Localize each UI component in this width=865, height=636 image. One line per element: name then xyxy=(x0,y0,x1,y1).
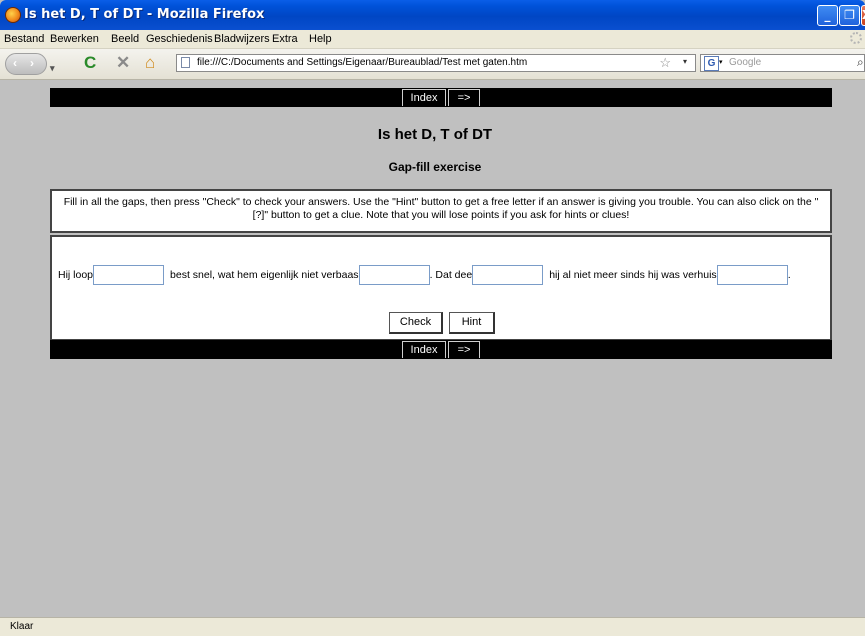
sentence-part-1: Hij loop xyxy=(58,269,94,281)
bottom-nav-bar: Index => xyxy=(50,340,832,359)
url-text[interactable]: file:///C:/Documents and Settings/Eigena… xyxy=(197,57,527,68)
navigation-toolbar: ‹ › ▾ C ✕ ⌂ file:///C:/Documents and Set… xyxy=(0,49,865,80)
gap-input-2[interactable] xyxy=(358,265,430,285)
url-dropdown-icon[interactable]: ▾ xyxy=(683,57,687,66)
url-bar[interactable]: file:///C:/Documents and Settings/Eigena… xyxy=(176,54,696,72)
search-icon[interactable]: ⌕ xyxy=(857,55,864,70)
reload-icon[interactable]: C xyxy=(84,53,96,73)
throbber-icon xyxy=(850,32,862,44)
browser-window: Is het D, T of DT - Mozilla Firefox _ ❐ … xyxy=(0,0,865,636)
bookmark-star-icon[interactable]: ☆ xyxy=(659,55,671,71)
page-icon xyxy=(181,57,190,68)
menu-bladwijzers[interactable]: Bladwijzers xyxy=(214,33,270,45)
index-link[interactable]: Index xyxy=(402,89,446,106)
maximize-button[interactable]: ❐ xyxy=(839,5,860,26)
page-title: Is het D, T of DT xyxy=(377,126,493,143)
back-icon[interactable]: ‹ xyxy=(13,56,17,70)
sentence-part-2: best snel, wat hem eigenlijk niet verbaa… xyxy=(170,269,359,281)
index-link-bottom[interactable]: Index xyxy=(402,341,446,358)
sentence-part-4: hij al niet meer sinds hij was verhuis xyxy=(549,269,717,281)
menu-bar: Bestand Bewerken Beeld Geschiedenis Blad… xyxy=(0,30,865,49)
gap-input-3[interactable] xyxy=(472,265,544,285)
firefox-icon xyxy=(5,7,21,23)
top-nav-bar: Index => xyxy=(50,88,832,107)
status-text: Klaar xyxy=(10,621,34,632)
window-title: Is het D, T of DT - Mozilla Firefox xyxy=(24,7,265,22)
gap-input-4[interactable] xyxy=(716,265,788,285)
title-bar: Is het D, T of DT - Mozilla Firefox _ ❐ … xyxy=(0,0,865,30)
google-icon[interactable]: G xyxy=(704,56,719,71)
page-subtitle: Gap-fill exercise xyxy=(388,160,482,174)
next-link[interactable]: => xyxy=(448,89,480,106)
menu-geschiedenis[interactable]: Geschiedenis xyxy=(146,33,213,45)
menu-beeld[interactable]: Beeld xyxy=(111,33,139,45)
sentence-part-3: . Dat dee xyxy=(429,269,473,281)
sentence-part-5: . xyxy=(787,269,791,281)
instructions-text: Fill in all the gaps, then press "Check"… xyxy=(50,189,832,233)
page-content: Index => Is het D, T of DT Gap-fill exer… xyxy=(5,80,865,616)
home-icon[interactable]: ⌂ xyxy=(145,53,155,73)
minimize-button[interactable]: _ xyxy=(817,5,838,26)
search-engine-dropdown-icon[interactable]: ▾ xyxy=(719,58,723,66)
menu-extra[interactable]: Extra xyxy=(272,33,298,45)
gap-input-1[interactable] xyxy=(93,265,165,285)
status-bar: Klaar xyxy=(0,617,865,636)
check-button[interactable]: Check xyxy=(389,312,443,334)
next-link-bottom[interactable]: => xyxy=(448,341,480,358)
menu-bewerken[interactable]: Bewerken xyxy=(50,33,99,45)
gap-sentence: Hij loop best snel, wat hem eigenlijk nie… xyxy=(58,265,791,285)
hint-button[interactable]: Hint xyxy=(449,312,495,334)
menu-help[interactable]: Help xyxy=(309,33,332,45)
stop-icon[interactable]: ✕ xyxy=(116,53,130,73)
menu-bestand[interactable]: Bestand xyxy=(4,33,44,45)
close-button[interactable]: X xyxy=(861,5,865,26)
back-forward-group: ‹ › xyxy=(5,53,47,75)
forward-icon[interactable]: › xyxy=(30,56,34,70)
exercise-box: Hij loop best snel, wat hem eigenlijk nie… xyxy=(50,235,832,341)
search-bar[interactable]: G ▾ Google ⌕ xyxy=(700,54,865,72)
search-input[interactable]: Google xyxy=(729,57,761,68)
history-dropdown-icon[interactable]: ▾ xyxy=(50,58,55,78)
